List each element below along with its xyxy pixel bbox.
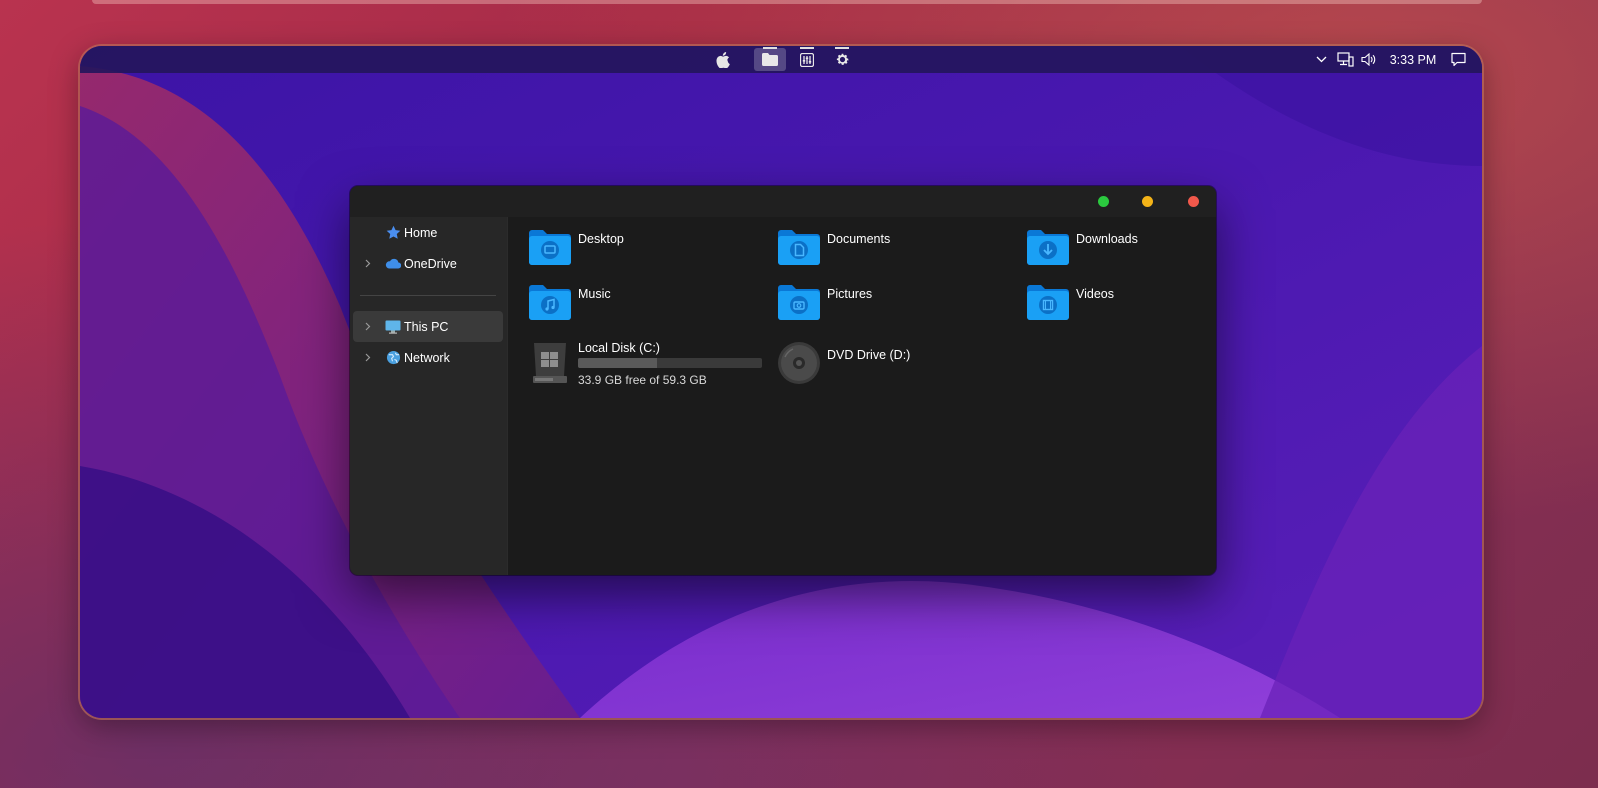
apple-logo-icon[interactable] xyxy=(707,48,739,71)
download-folder-icon xyxy=(1027,230,1069,265)
drive-free-space: 33.9 GB free of 59.3 GB xyxy=(578,373,707,387)
navigation-pane: Home OneDrive This PC Network xyxy=(350,217,507,575)
sidebar-item-network[interactable]: Network xyxy=(353,342,503,373)
document-folder-icon xyxy=(778,230,820,265)
network-status-icon[interactable] xyxy=(1335,46,1355,73)
sidebar-divider xyxy=(360,295,496,296)
disk-usage-fill xyxy=(578,358,657,368)
volume-icon[interactable] xyxy=(1360,46,1378,73)
folder-desktop[interactable]: Desktop xyxy=(528,229,758,275)
desktop-screen: 3:33 PM Home OneDrive This PC Network De… xyxy=(80,46,1482,718)
cloud-icon xyxy=(385,256,401,272)
top-menubar: 3:33 PM xyxy=(80,46,1482,73)
sidebar-item-label: Home xyxy=(404,225,438,240)
notifications-icon[interactable] xyxy=(1448,46,1468,73)
drive-dvd-d[interactable]: DVD Drive (D:) xyxy=(777,341,977,391)
tray-chevron-up-icon[interactable] xyxy=(1313,46,1329,73)
desktop-folder-icon xyxy=(529,230,571,265)
open-indicator xyxy=(800,47,814,49)
clock[interactable]: 3:33 PM xyxy=(1383,46,1443,73)
sidebar-item-home[interactable]: Home xyxy=(353,217,503,248)
chevron-right-icon[interactable] xyxy=(363,353,373,363)
chevron-right-icon[interactable] xyxy=(363,259,373,269)
maximize-button[interactable] xyxy=(1098,196,1109,207)
folder-label: Documents xyxy=(827,232,891,246)
background-window-edge xyxy=(92,0,1482,4)
content-pane: Desktop Documents Downloads Music Pictur… xyxy=(507,217,1216,575)
active-indicator xyxy=(763,47,777,49)
file-explorer-window: Home OneDrive This PC Network Desktop Do… xyxy=(350,186,1216,575)
settings-gear-icon[interactable] xyxy=(826,47,858,71)
folder-documents[interactable]: Documents xyxy=(777,229,1007,275)
title-bar[interactable] xyxy=(350,186,1216,217)
sidebar-item-label: This PC xyxy=(404,319,449,334)
monitor-icon xyxy=(385,319,401,335)
music-folder-icon xyxy=(529,285,571,320)
control-panel-icon[interactable] xyxy=(791,47,823,71)
close-button[interactable] xyxy=(1188,196,1199,207)
sidebar-item-label: OneDrive xyxy=(404,256,457,271)
sidebar-item-this-pc[interactable]: This PC xyxy=(353,311,503,342)
open-indicator xyxy=(835,47,849,49)
folder-pictures[interactable]: Pictures xyxy=(777,284,1007,330)
star-icon xyxy=(385,225,401,241)
disk-usage-bar xyxy=(578,358,762,368)
network-globe-icon xyxy=(385,350,401,366)
sidebar-item-onedrive[interactable]: OneDrive xyxy=(353,248,503,279)
drive-label: DVD Drive (D:) xyxy=(827,348,911,362)
folder-label: Desktop xyxy=(578,232,624,246)
minimize-button[interactable] xyxy=(1142,196,1153,207)
folder-label: Pictures xyxy=(827,287,873,301)
sidebar-item-label: Network xyxy=(404,350,450,365)
chevron-right-icon[interactable] xyxy=(363,322,373,332)
folder-label: Downloads xyxy=(1076,232,1138,246)
folder-downloads[interactable]: Downloads xyxy=(1026,229,1206,275)
camera-folder-icon xyxy=(778,285,820,320)
file-explorer-icon[interactable] xyxy=(754,47,786,71)
film-folder-icon xyxy=(1027,285,1069,320)
folder-label: Music xyxy=(578,287,611,301)
drive-local-disk-c[interactable]: Local Disk (C:) 33.9 GB free of 59.3 GB xyxy=(528,341,768,391)
folder-music[interactable]: Music xyxy=(528,284,758,330)
dvd-disc-icon xyxy=(778,342,820,384)
folder-label: Videos xyxy=(1076,287,1114,301)
drive-label: Local Disk (C:) xyxy=(578,341,660,355)
folder-videos[interactable]: Videos xyxy=(1026,284,1206,330)
hard-disk-icon xyxy=(533,343,567,383)
